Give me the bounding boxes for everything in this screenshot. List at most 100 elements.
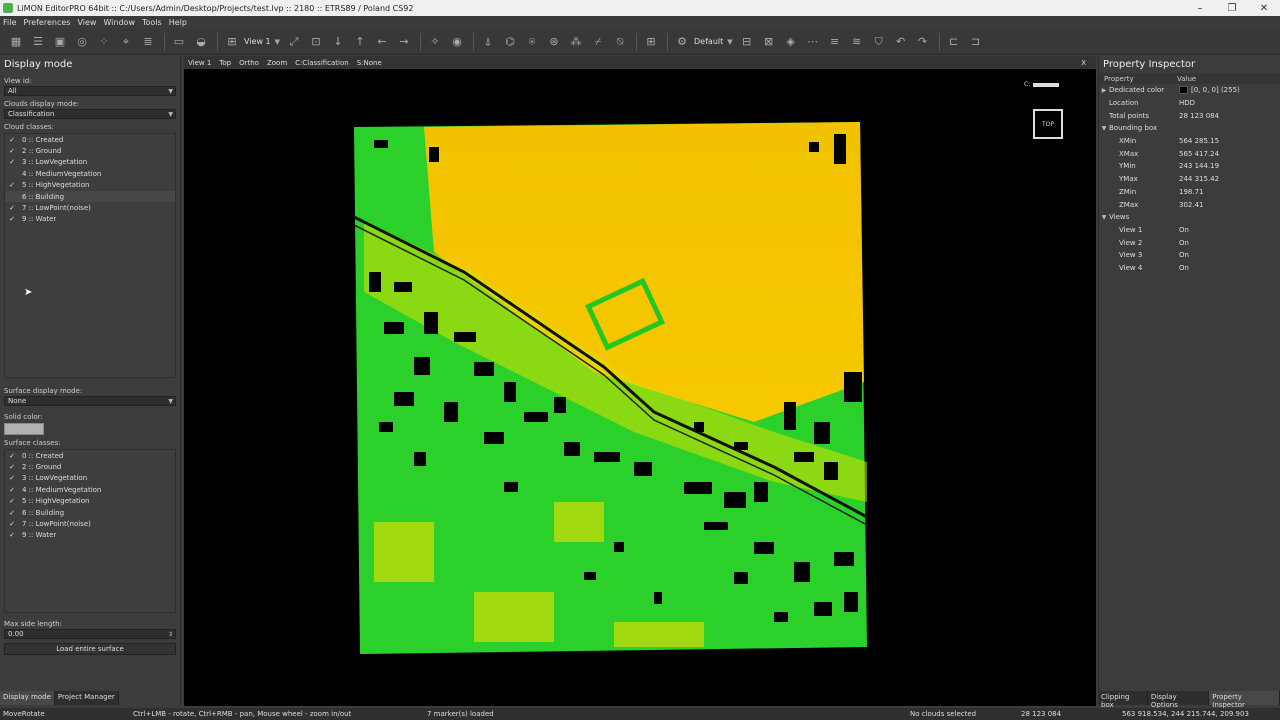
checkbox[interactable]: ✓ <box>8 520 16 528</box>
checkbox[interactable]: ✓ <box>8 509 16 517</box>
menu-help[interactable]: Help <box>169 18 187 27</box>
restore-icon[interactable]: ❐ <box>1216 3 1248 14</box>
tool-b-icon[interactable]: ⌬ <box>500 32 520 52</box>
view-cube-top[interactable]: TOP <box>1033 109 1063 139</box>
checkbox[interactable] <box>8 193 16 201</box>
align-icon[interactable]: ≡ <box>825 32 845 52</box>
cloud-class-row[interactable]: ✓ 2 :: Ground <box>5 145 175 156</box>
checkbox[interactable]: ✓ <box>8 486 16 494</box>
view-zoom[interactable]: Zoom <box>267 59 287 67</box>
checkbox[interactable]: ✓ <box>8 463 16 471</box>
minimize-icon[interactable]: – <box>1184 3 1216 14</box>
checkbox[interactable]: ✓ <box>8 136 16 144</box>
tab-display-mode[interactable]: Display mode <box>0 691 55 705</box>
expand-icon[interactable]: ▶ <box>1099 87 1109 94</box>
property-row[interactable]: View 3 On <box>1099 249 1280 262</box>
solid-color-swatch[interactable] <box>4 423 44 435</box>
arrow-right-icon[interactable]: → <box>394 32 414 52</box>
settings-icon[interactable]: ⚙ <box>672 32 692 52</box>
property-row[interactable]: View 4 On <box>1099 262 1280 275</box>
target-icon[interactable]: ◉ <box>447 32 467 52</box>
surface-mode-select[interactable]: None ▼ <box>4 396 176 406</box>
view-direction[interactable]: Top <box>219 59 231 67</box>
profile-icon[interactable]: ⋯ <box>803 32 823 52</box>
export-icon[interactable]: ⊏ <box>944 32 964 52</box>
view-id-select[interactable]: All ▼ <box>4 86 176 96</box>
grid-icon[interactable]: ⊞ <box>641 32 661 52</box>
tab-clipping-box[interactable]: Clipping box <box>1098 691 1148 709</box>
menu-view[interactable]: View <box>77 18 96 27</box>
filter-icon[interactable]: ⌖ <box>116 32 136 52</box>
property-row[interactable]: Total points 28 123 084 <box>1099 109 1280 122</box>
surface-class-row[interactable]: ✓ 6 :: Building <box>5 507 175 518</box>
save-icon[interactable]: ▣ <box>50 32 70 52</box>
frame-icon[interactable]: ▭ <box>169 32 189 52</box>
zoom-box-icon[interactable]: ⊡ <box>306 32 326 52</box>
layout-icon[interactable]: ▦ <box>6 32 26 52</box>
redo-icon[interactable]: ↷ <box>913 32 933 52</box>
load-surface-button[interactable]: Load entire surface <box>4 643 176 655</box>
cloud-class-row[interactable]: ✓ 9 :: Water <box>5 214 175 225</box>
view-projection[interactable]: Ortho <box>239 59 259 67</box>
tool-f-icon[interactable]: ⌿ <box>588 32 608 52</box>
property-row[interactable]: View 1 On <box>1099 224 1280 237</box>
3d-viewport[interactable]: View 1 Top Ortho Zoom C:Classification S… <box>184 56 1096 706</box>
spinner-icon[interactable]: ⇕ <box>168 631 175 638</box>
view-combo[interactable]: View 1 ▼ <box>244 37 280 46</box>
surface-icon[interactable]: ◒ <box>191 32 211 52</box>
checkbox[interactable]: ✓ <box>8 158 16 166</box>
collapse-icon[interactable]: ▼ <box>1099 214 1109 221</box>
checkbox[interactable]: ✓ <box>8 215 16 223</box>
surface-class-row[interactable]: ✓ 7 :: LowPoint(noise) <box>5 518 175 529</box>
property-row[interactable]: ZMin 198.71 <box>1099 186 1280 199</box>
property-row[interactable]: ZMax 302.41 <box>1099 198 1280 211</box>
layers-icon[interactable]: ≋ <box>847 32 867 52</box>
property-row[interactable]: YMax 244 315.42 <box>1099 173 1280 186</box>
property-row[interactable]: XMin 564 285.15 <box>1099 135 1280 148</box>
zoom-extent-icon[interactable]: ⤢ <box>284 32 304 52</box>
arrow-left-icon[interactable]: ← <box>372 32 392 52</box>
arrow-down-icon[interactable]: ↓ <box>328 32 348 52</box>
undo-icon[interactable]: ↶ <box>891 32 911 52</box>
clouds-mode-select[interactable]: Classification ▼ <box>4 109 176 119</box>
wand-icon[interactable]: ✧ <box>425 32 445 52</box>
menu-tools[interactable]: Tools <box>142 18 162 27</box>
collapse-icon[interactable]: ▼ <box>1099 125 1109 132</box>
view-surface-mode[interactable]: S:None <box>357 59 382 67</box>
property-row[interactable]: XMax 565 417.24 <box>1099 147 1280 160</box>
arrow-up-icon[interactable]: ↑ <box>350 32 370 52</box>
checkbox[interactable]: ✓ <box>8 474 16 482</box>
list-icon[interactable]: ☰ <box>28 32 48 52</box>
property-group[interactable]: ▼ Views <box>1099 211 1280 224</box>
surface-class-row[interactable]: ✓ 2 :: Ground <box>5 461 175 472</box>
view-name[interactable]: View 1 <box>188 59 211 67</box>
tree-icon[interactable]: ≣ <box>138 32 158 52</box>
tool-d-icon[interactable]: ⊛ <box>544 32 564 52</box>
surface-class-row[interactable]: ✓ 0 :: Created <box>5 450 175 461</box>
tool-g-icon[interactable]: ⍉ <box>610 32 630 52</box>
checkbox[interactable]: ✓ <box>8 452 16 460</box>
property-row[interactable]: ▶ Dedicated color [0, 0, 0] (255) <box>1099 84 1280 97</box>
view-cloud-mode[interactable]: C:Classification <box>295 59 349 67</box>
tool-e-icon[interactable]: ⁂ <box>566 32 586 52</box>
checkbox[interactable]: ✓ <box>8 531 16 539</box>
checkbox[interactable]: ✓ <box>8 204 16 212</box>
menu-window[interactable]: Window <box>103 18 135 27</box>
close-window-icon[interactable]: ✕ <box>1248 3 1280 14</box>
menu-preferences[interactable]: Preferences <box>23 18 70 27</box>
tab-display-options[interactable]: Display Options <box>1147 691 1210 709</box>
cloud-class-row[interactable]: ✓ 5 :: HighVegetation <box>5 180 175 191</box>
tool-c-icon[interactable]: ⍟ <box>522 32 542 52</box>
checkbox[interactable]: ✓ <box>8 497 16 505</box>
profile-combo[interactable]: Default ▼ <box>694 37 733 46</box>
menu-file[interactable]: File <box>3 18 16 27</box>
cloud-class-row[interactable]: 4 :: MediumVegetation <box>5 168 175 179</box>
max-side-input[interactable]: 0.00 ⇕ <box>4 629 176 639</box>
surface-class-row[interactable]: ✓ 9 :: Water <box>5 530 175 541</box>
close-view-icon[interactable]: X <box>1081 59 1086 67</box>
color-swatch[interactable] <box>1179 86 1188 95</box>
surface-class-row[interactable]: ✓ 3 :: LowVegetation <box>5 473 175 484</box>
property-row[interactable]: View 2 On <box>1099 236 1280 249</box>
points-icon[interactable]: ⁘ <box>94 32 114 52</box>
shield-icon[interactable]: ⛉ <box>869 32 889 52</box>
